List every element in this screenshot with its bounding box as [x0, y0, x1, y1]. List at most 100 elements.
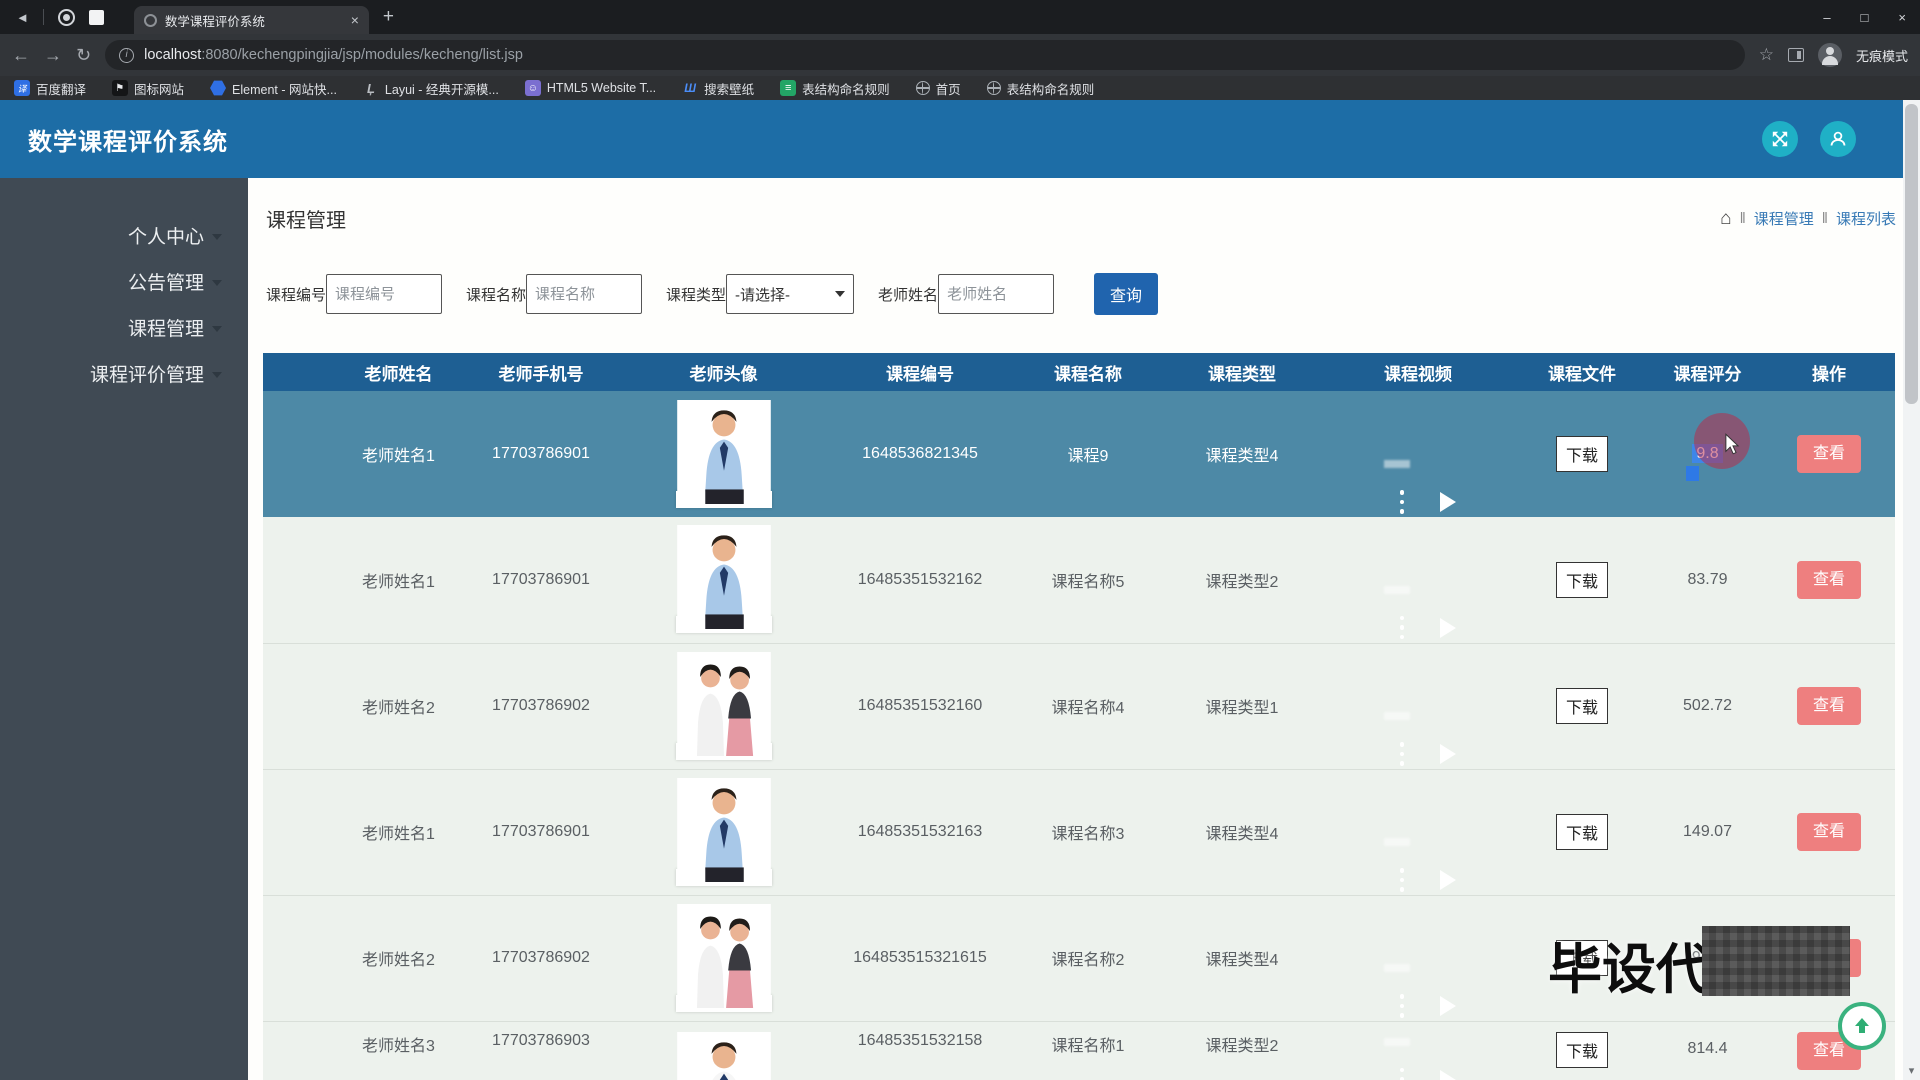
window-maximize-button[interactable]	[1861, 10, 1869, 25]
video-watermark	[1384, 964, 1410, 972]
header-actions	[1762, 121, 1856, 157]
sidebar-item-course-evaluation-management[interactable]: 课程评价管理	[0, 350, 248, 396]
breadcrumb-course-management[interactable]: 课程管理	[1754, 208, 1814, 229]
bookmark-html5[interactable]: HTML5 Website T...	[525, 80, 656, 96]
download-button[interactable]: 下载	[1556, 814, 1608, 850]
video-menu-icon[interactable]	[1400, 1068, 1405, 1080]
course-name-label: 课程名称	[466, 284, 526, 305]
course-score: 502.72	[1652, 643, 1763, 769]
bookmark-naming-rules-2[interactable]: 表结构命名规则	[987, 79, 1095, 98]
bookmark-layui[interactable]: Layui - 经典开源模...	[363, 79, 499, 98]
filter-bar: 课程编号 课程名称 课程类型 -请选择- 老师姓名 查询	[266, 273, 1918, 315]
play-icon[interactable]	[1440, 870, 1456, 890]
table-row[interactable]: 老师姓名1 17703786901 16485351532162 课程名称5 课…	[263, 517, 1895, 643]
page-title: 课程管理	[266, 204, 346, 233]
download-button[interactable]: 下载	[1556, 1032, 1608, 1068]
play-icon[interactable]	[1440, 618, 1456, 638]
bookmark-baidu-translate[interactable]: 百度翻译	[14, 79, 86, 98]
teacher-name-input[interactable]	[938, 274, 1054, 314]
user-profile-button[interactable]	[1820, 121, 1856, 157]
stop-record-icon[interactable]	[89, 10, 104, 25]
window-minimize-button[interactable]	[1823, 10, 1830, 25]
scrollbar-thumb[interactable]	[1905, 104, 1918, 404]
video-menu-icon[interactable]	[1400, 868, 1405, 892]
bookmark-star-icon[interactable]	[1759, 45, 1774, 65]
teacher-avatar	[676, 616, 772, 633]
table-row[interactable]: 老师姓名3 17703786903 16485351532158 课程名称1 课…	[263, 1021, 1895, 1080]
bookmark-naming-rules-1[interactable]: 表结构命名规则	[780, 79, 890, 98]
table-header-row: 老师姓名 老师手机号 老师头像 课程编号 课程名称 课程类型 课程视频 课程文件…	[263, 353, 1895, 391]
video-menu-icon[interactable]	[1400, 616, 1405, 640]
download-button[interactable]: 下载	[1556, 436, 1608, 472]
browser-toolbar: localhost:8080/kechengpingjia/jsp/module…	[0, 34, 1920, 76]
new-tab-button[interactable]	[383, 6, 394, 28]
home-icon[interactable]	[1720, 208, 1731, 230]
breadcrumb: ‖ 课程管理 ‖ 课程列表	[1720, 208, 1896, 230]
screen: ◄ 数学课程评价系统 localhost:8080/kechengpingjia…	[0, 0, 1920, 1080]
sidebar: 个人中心 公告管理 课程管理 课程评价管理	[0, 178, 248, 1080]
bookmark-icon-site[interactable]: 图标网站	[112, 79, 184, 98]
forward-button[interactable]	[44, 45, 62, 66]
course-type-label: 课程类型	[666, 284, 726, 305]
video-menu-icon[interactable]	[1400, 994, 1405, 1018]
video-watermark	[1384, 1038, 1410, 1046]
page-info-icon[interactable]	[119, 48, 134, 63]
breadcrumb-course-list[interactable]: 课程列表	[1836, 208, 1896, 229]
sidebar-item-course-management[interactable]: 课程管理	[0, 304, 248, 350]
recorder-icon[interactable]	[58, 9, 75, 26]
download-button[interactable]: 下载	[1556, 688, 1608, 724]
browser-tab-bar: ◄ 数学课程评价系统	[0, 0, 1920, 34]
female-teachers-photo	[676, 652, 772, 756]
back-button[interactable]	[12, 45, 30, 66]
page-scrollbar[interactable]	[1903, 100, 1920, 1080]
search-button[interactable]: 查询	[1094, 273, 1158, 315]
browser-profile-avatar[interactable]	[1818, 43, 1842, 67]
wallpaper-icon	[682, 80, 698, 96]
chevron-down-icon	[212, 234, 222, 240]
score-cell: 9.8	[1692, 445, 1722, 463]
mouse-cursor-icon	[1722, 433, 1742, 455]
layui-icon	[363, 80, 379, 96]
download-button[interactable]: 下载	[1556, 562, 1608, 598]
view-button[interactable]: 查看	[1797, 435, 1861, 473]
view-button[interactable]: 查看	[1797, 813, 1861, 851]
scrollbar-down-arrow[interactable]	[1903, 1064, 1920, 1077]
table-row[interactable]: 老师姓名1 17703786901 1648536821345 课程9 课程类型…	[263, 391, 1895, 517]
video-menu-icon[interactable]	[1400, 742, 1405, 766]
address-bar[interactable]: localhost:8080/kechengpingjia/jsp/module…	[105, 40, 1745, 70]
sidebar-item-personal-center[interactable]: 个人中心	[0, 212, 248, 258]
side-panel-icon[interactable]	[1788, 48, 1804, 62]
tab-close-icon[interactable]	[351, 12, 359, 28]
teacher-avatar	[676, 491, 772, 508]
bookmarks-bar: 百度翻译 图标网站 Element - 网站快... Layui - 经典开源模…	[0, 76, 1920, 100]
incognito-label: 无痕模式	[1856, 46, 1908, 65]
play-icon[interactable]	[1440, 492, 1456, 512]
url-text: localhost:8080/kechengpingjia/jsp/module…	[144, 47, 523, 63]
play-icon[interactable]	[1440, 744, 1456, 764]
course-no-input[interactable]	[326, 274, 442, 314]
view-button[interactable]: 查看	[1797, 687, 1861, 725]
bookmark-homepage[interactable]: 首页	[916, 79, 961, 98]
bookmark-wallpaper[interactable]: 搜索壁纸	[682, 79, 754, 98]
course-no-label: 课程编号	[266, 284, 326, 305]
video-menu-icon[interactable]	[1400, 490, 1405, 514]
play-icon[interactable]	[1440, 1070, 1456, 1080]
male-teacher-photo	[676, 525, 772, 629]
course-name-input[interactable]	[526, 274, 642, 314]
teacher-avatar	[676, 995, 772, 1012]
app-title: 数学课程评价系统	[28, 122, 228, 157]
browser-tab[interactable]: 数学课程评价系统	[134, 6, 369, 34]
reload-button[interactable]	[76, 45, 91, 66]
play-icon[interactable]	[1440, 996, 1456, 1016]
course-type-select[interactable]: -请选择-	[726, 274, 854, 314]
table-row[interactable]: 老师姓名2 17703786902 16485351532160 课程名称4 课…	[263, 643, 1895, 769]
male-teacher-photo	[676, 778, 772, 882]
view-button[interactable]: 查看	[1797, 561, 1861, 599]
fullscreen-button[interactable]	[1762, 121, 1798, 157]
sidebar-item-notice-management[interactable]: 公告管理	[0, 258, 248, 304]
bookmark-element[interactable]: Element - 网站快...	[210, 79, 337, 98]
window-close-button[interactable]	[1898, 10, 1906, 25]
back-to-top-button[interactable]	[1838, 1002, 1886, 1050]
element-icon	[210, 80, 226, 96]
table-row[interactable]: 老师姓名1 17703786901 16485351532163 课程名称3 课…	[263, 769, 1895, 895]
